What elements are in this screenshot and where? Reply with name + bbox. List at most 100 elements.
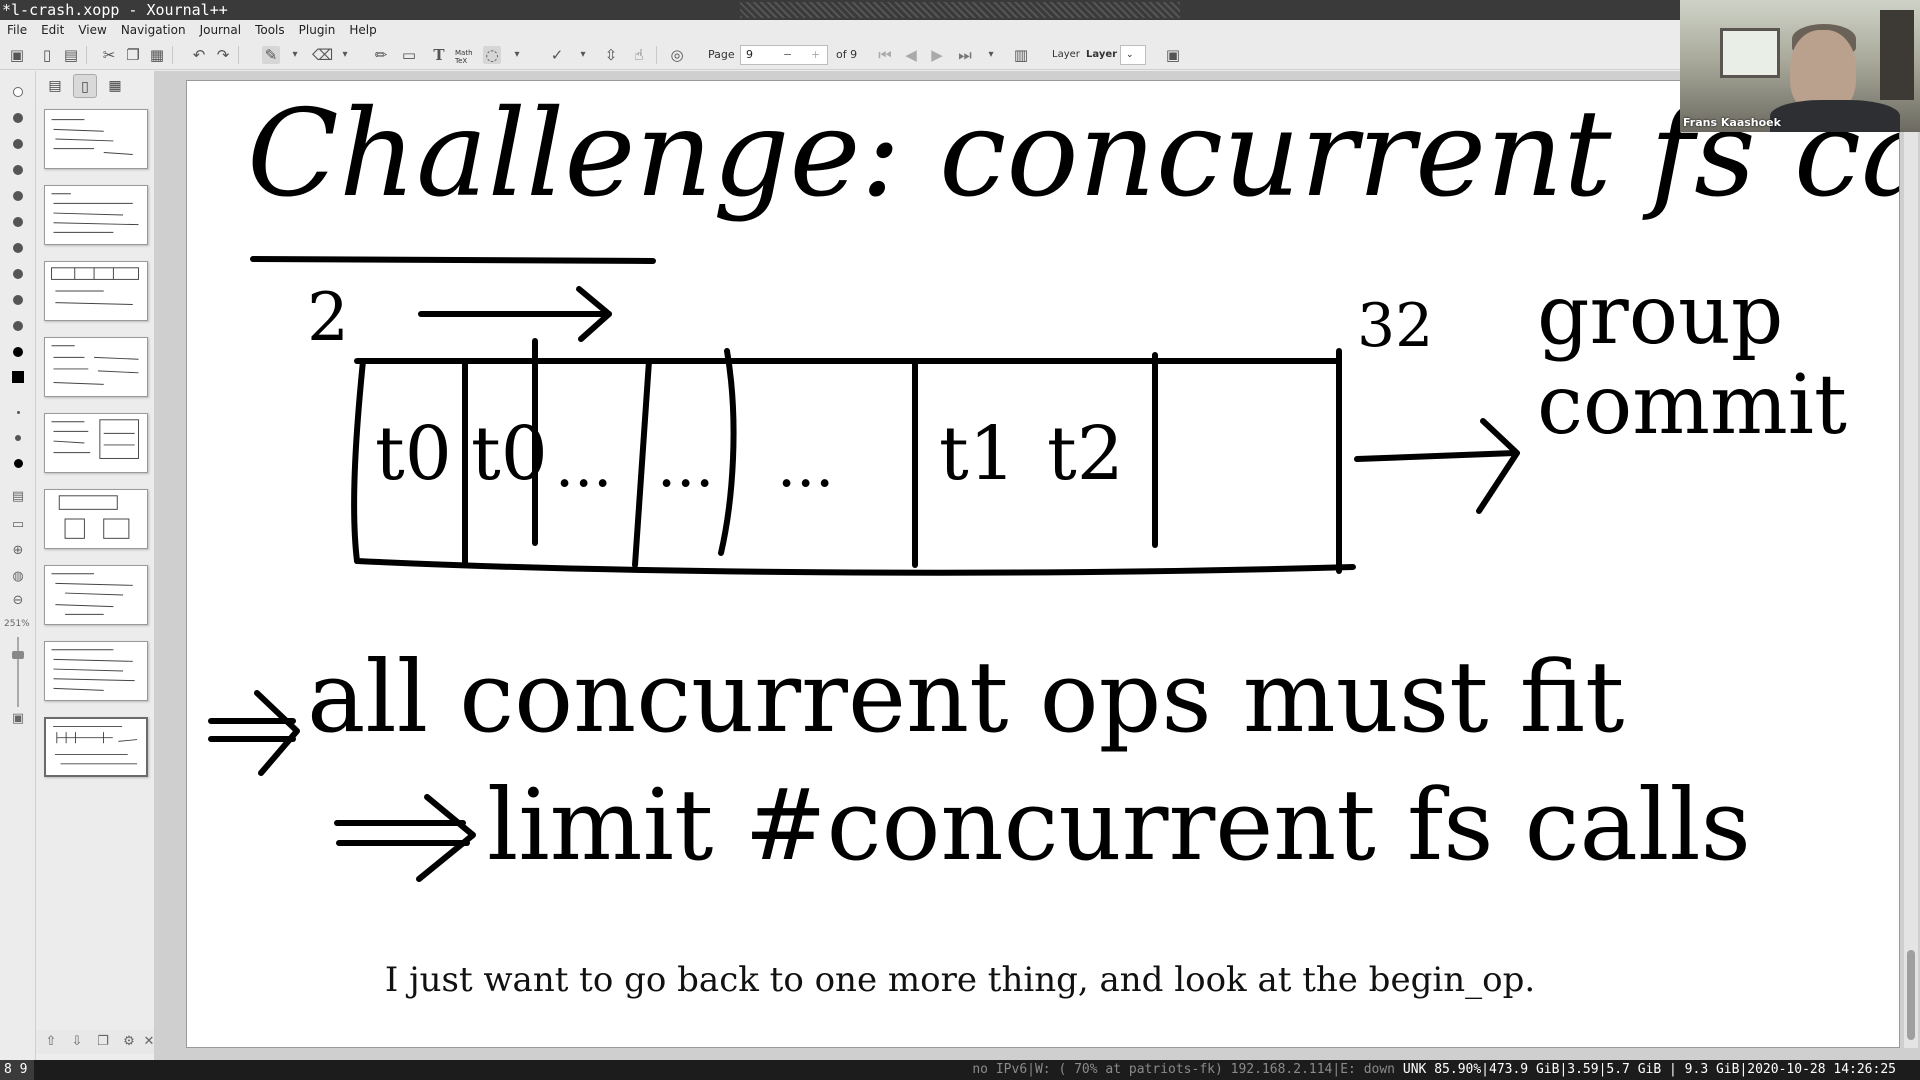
page-thumbnail-8[interactable]: [44, 641, 148, 701]
page-thumbnail-7[interactable]: [44, 565, 148, 625]
page-thumbnail-9[interactable]: [44, 717, 148, 777]
cell-dots-3: ...: [777, 431, 835, 501]
copy-icon[interactable]: ❐: [124, 46, 142, 64]
redo-icon[interactable]: ↷: [214, 46, 232, 64]
fill-black-swatch[interactable]: [12, 371, 24, 383]
fullscreen-icon[interactable]: ◎: [668, 46, 686, 64]
tool-column: ▤ ▭ ⊕ ◍ ⊖ 251% ▣: [0, 71, 36, 1060]
window-titlebar: *l-crash.xopp - Xournal++: [0, 0, 1920, 20]
highlighter-icon[interactable]: ✏: [372, 46, 390, 64]
color-swatch-6[interactable]: [13, 243, 23, 253]
menu-tools[interactable]: Tools: [248, 20, 292, 40]
page-thumbnail-6[interactable]: [44, 489, 148, 549]
stroke-medium-icon[interactable]: [15, 435, 21, 441]
menu-file[interactable]: File: [0, 20, 34, 40]
system-metrics: UNK 85.90%|473.9 GiB|3.59|5.7 GiB | 9.3 …: [1402, 1062, 1896, 1077]
open-icon[interactable]: ▤: [62, 46, 80, 64]
color-swatch-2[interactable]: [13, 139, 23, 149]
color-swatch-8[interactable]: [13, 295, 23, 305]
stroke-thick-icon[interactable]: [14, 459, 23, 468]
color-swatch-4[interactable]: [13, 191, 23, 201]
stroke-fine-icon[interactable]: [17, 411, 20, 414]
page-thumbnail-4[interactable]: [44, 337, 148, 397]
tab-pages-icon[interactable]: ▯: [73, 74, 97, 98]
select-options-icon[interactable]: ▾: [508, 46, 526, 64]
next-page-icon[interactable]: ▶: [928, 46, 946, 64]
page-settings-icon[interactable]: ⚙: [120, 1033, 138, 1051]
color-swatch-1[interactable]: [13, 113, 23, 123]
color-black-swatch[interactable]: [13, 347, 23, 357]
log-box-left: [351, 358, 366, 564]
cut-icon[interactable]: ✂: [100, 46, 118, 64]
menu-edit[interactable]: Edit: [34, 20, 71, 40]
menu-plugin[interactable]: Plugin: [292, 20, 343, 40]
page-thumbnail-3[interactable]: [44, 261, 148, 321]
save-icon[interactable]: ▣: [8, 46, 26, 64]
page-thumbnail-1[interactable]: [44, 109, 148, 169]
paste-icon[interactable]: ▦: [148, 46, 166, 64]
tab-layers-icon[interactable]: ▦: [103, 74, 127, 98]
menu-navigation[interactable]: Navigation: [114, 20, 193, 40]
vertical-scrollbar[interactable]: [1904, 80, 1918, 1048]
zoom-in-icon[interactable]: ⊕: [9, 543, 27, 559]
system-statusbar: 8 9 no IPv6|W: ( 70% at patriots-fk) 192…: [0, 1060, 1920, 1080]
menu-help[interactable]: Help: [342, 20, 383, 40]
zoom-slider-track[interactable]: [17, 637, 19, 707]
webcam-overlay: Frans Kaashoek: [1680, 0, 1920, 132]
shape-recognizer-icon[interactable]: ✓: [548, 46, 566, 64]
color-swatch-9[interactable]: [13, 321, 23, 331]
window-title: *l-crash.xopp - Xournal++: [2, 1, 228, 19]
zoom-fit-icon[interactable]: ◍: [9, 569, 27, 585]
copy-page-icon[interactable]: ❐: [94, 1033, 112, 1051]
commit-arrow-shaft: [1354, 450, 1518, 462]
undo-icon[interactable]: ↶: [190, 46, 208, 64]
previous-page-icon[interactable]: ◀: [902, 46, 920, 64]
image-icon[interactable]: ▭: [400, 46, 418, 64]
math-tex-button[interactable]: Math TeX: [455, 49, 473, 65]
select-region-icon[interactable]: ◌: [483, 46, 501, 64]
page-options-icon[interactable]: ▾: [982, 46, 1000, 64]
menu-view[interactable]: View: [71, 20, 113, 40]
new-page-icon[interactable]: ▯: [38, 46, 56, 64]
zoom-out-icon[interactable]: ⊖: [9, 593, 27, 609]
cell-t0-a: t0: [375, 411, 452, 497]
color-swatch-7[interactable]: [13, 269, 23, 279]
move-page-down-icon[interactable]: ⇩: [68, 1033, 86, 1051]
shape-options-icon[interactable]: ▾: [574, 46, 592, 64]
image-tool-icon[interactable]: ▤: [9, 489, 27, 505]
workspace-indicator[interactable]: 8 9: [0, 1060, 34, 1080]
journal-page[interactable]: Challenge: concurrent fs calls 2 32 t0 t…: [186, 80, 1900, 1048]
cell-dots-2: ...: [657, 431, 715, 501]
presentation-icon[interactable]: ▭: [9, 517, 27, 533]
pen-icon[interactable]: ✎: [262, 46, 280, 64]
text-tool-icon[interactable]: T: [430, 46, 448, 64]
eraser-icon[interactable]: ⌫: [312, 46, 333, 64]
layer-dropdown[interactable]: ⌄: [1120, 45, 1146, 65]
eraser-options-icon[interactable]: ▾: [336, 46, 354, 64]
page-number-input[interactable]: 9 − +: [740, 45, 828, 65]
zoom-reset-icon[interactable]: ▣: [9, 711, 27, 727]
first-page-icon[interactable]: ⏮: [876, 46, 894, 64]
menu-journal[interactable]: Journal: [193, 20, 249, 40]
page-thumbnail-5[interactable]: [44, 413, 148, 473]
zoom-slider-handle[interactable]: [12, 651, 24, 659]
layer-visibility-icon[interactable]: ▣: [1164, 46, 1182, 64]
cell-divider-3: [632, 358, 652, 568]
pen-options-icon[interactable]: ▾: [286, 46, 304, 64]
page-count: of 9: [836, 48, 858, 61]
network-status: no IPv6|W: ( 70% at patriots-fk) 192.168…: [972, 1062, 1395, 1077]
color-white-swatch[interactable]: [13, 87, 23, 97]
page-layout-icon[interactable]: ▥: [1012, 46, 1030, 64]
move-page-up-icon[interactable]: ⇧: [42, 1033, 60, 1051]
color-swatch-3[interactable]: [13, 165, 23, 175]
vertical-space-icon[interactable]: ⇳: [602, 46, 620, 64]
page-thumbnail-2[interactable]: [44, 185, 148, 245]
toolbar: ▣ ▯ ▤ ✂ ❐ ▦ ↶ ↷ ✎ ▾ ⌫ ▾ ✏ ▭ T Math TeX ◌…: [0, 40, 1920, 70]
hand-tool-icon[interactable]: ☝: [630, 46, 648, 64]
last-page-icon[interactable]: ⏭: [956, 46, 974, 64]
title-underline: [250, 256, 656, 264]
implies-1-head: [254, 690, 300, 776]
tab-outline-icon[interactable]: ▤: [43, 74, 67, 98]
color-swatch-5[interactable]: [13, 217, 23, 227]
video-subtitle: I just want to go back to one more thing…: [384, 960, 1536, 1000]
